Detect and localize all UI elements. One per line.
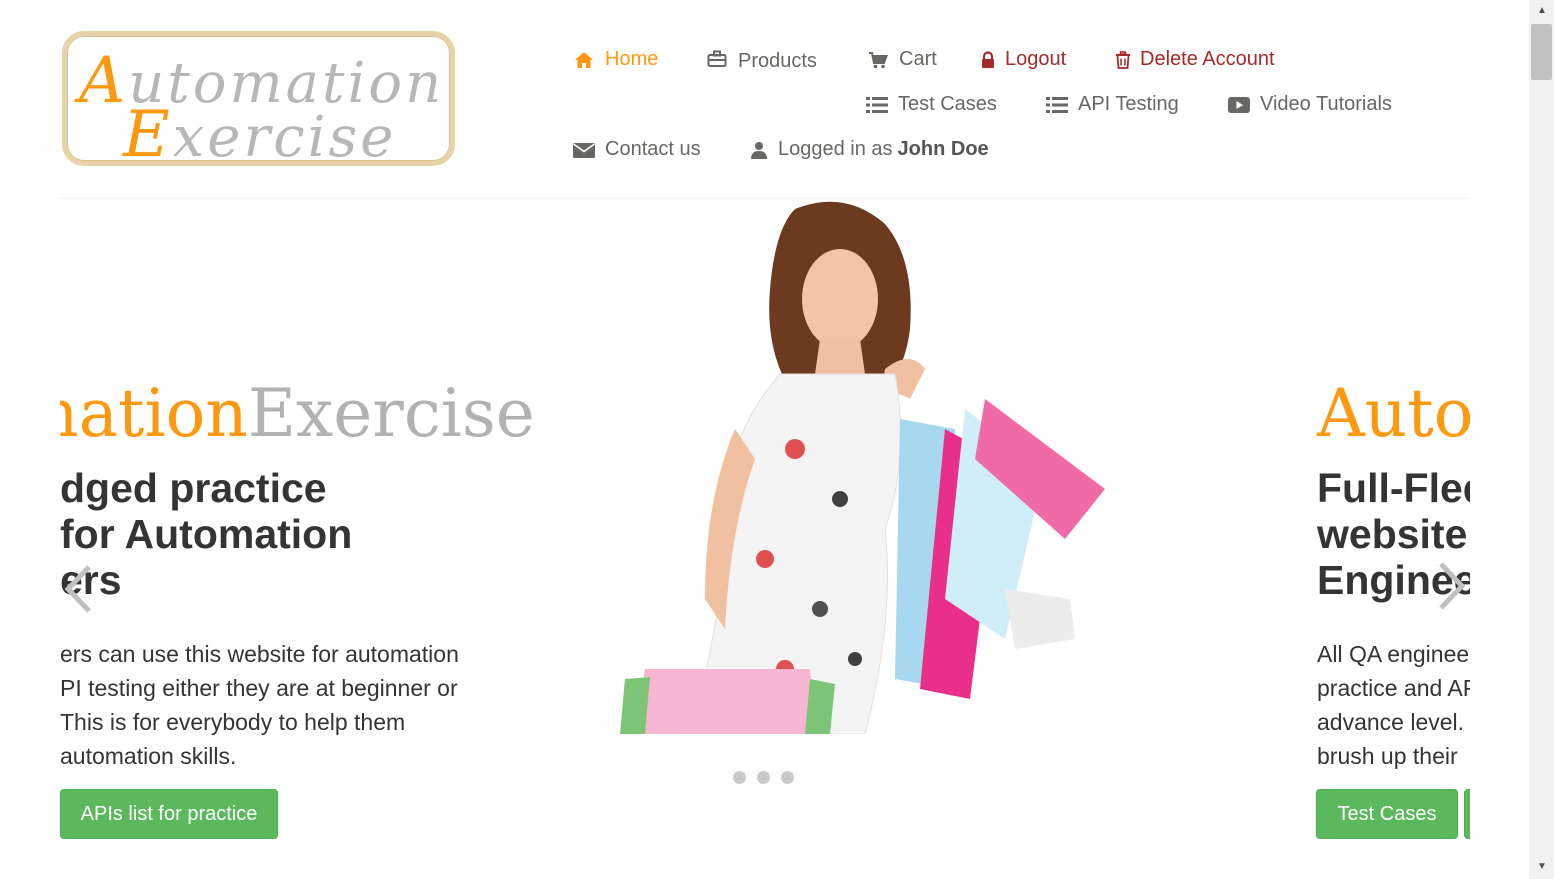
nav-logout[interactable]: Logout (979, 48, 1066, 71)
scrollbar-thumb[interactable] (1531, 24, 1552, 80)
scroll-up-icon[interactable]: ▲ (1535, 6, 1549, 16)
nav-home-label: Home (605, 48, 659, 70)
slide-left-heading: dged practice for Automation ers (60, 465, 353, 603)
nav-delete-account-label: Delete Account (1140, 48, 1275, 70)
nav-products-label: Products (738, 50, 817, 72)
nav-video-tutorials-label: Video Tutorials (1260, 93, 1392, 115)
slide-left-brand: mationExercise (60, 375, 535, 452)
carousel-dot[interactable] (733, 771, 746, 784)
scrollbar-track[interactable] (1529, 0, 1554, 879)
chevron-right-icon (1439, 562, 1466, 610)
test-cases-button[interactable]: Test Cases (1316, 789, 1458, 839)
logged-in-prefix: Logged in as (778, 138, 893, 160)
slide-left-paragraph: ers can use this website for automation … (60, 641, 459, 769)
nav-logout-label: Logout (1005, 48, 1067, 70)
play-icon (1228, 95, 1250, 115)
cart-icon (867, 50, 889, 70)
logged-in-username: John Doe (897, 138, 989, 160)
nav-logged-in-as: Logged in as John Doe (750, 138, 989, 161)
nav-video-tutorials[interactable]: Video Tutorials (1228, 93, 1392, 116)
carousel-next-arrow[interactable] (1434, 561, 1470, 611)
apis-list-button[interactable]: APIs list for practice (60, 789, 278, 839)
envelope-icon (573, 140, 595, 160)
chevron-left-icon (64, 565, 91, 613)
nav-test-cases-label: Test Cases (898, 93, 997, 115)
slide-right-text: Autom (1317, 375, 1470, 452)
nav-api-testing-label: API Testing (1078, 93, 1179, 115)
nav-test-cases[interactable]: Test Cases (866, 93, 997, 116)
nav-api-testing[interactable]: API Testing (1046, 93, 1179, 116)
carousel-dot[interactable] (781, 771, 794, 784)
briefcase-icon (706, 49, 728, 69)
nav-delete-account[interactable]: Delete Account (1114, 48, 1275, 71)
hero-image (620, 201, 1105, 734)
lock-icon (979, 50, 997, 70)
site-logo[interactable]: Automation Exercise (62, 31, 455, 172)
carousel-dot[interactable] (757, 771, 770, 784)
logo-line-2: Exercise (123, 98, 397, 172)
carousel-indicators (733, 771, 794, 784)
nav-cart-label: Cart (899, 48, 937, 70)
carousel-prev-arrow[interactable] (60, 564, 96, 614)
user-icon (750, 140, 768, 160)
slide-left-text: mationExercise (60, 375, 535, 452)
nav-contact-us-label: Contact us (605, 138, 701, 160)
scroll-down-icon[interactable]: ▼ (1535, 862, 1549, 872)
nav-contact-us[interactable]: Contact us (573, 138, 701, 161)
slide-right-paragraph: All QA engineers practice and API advanc… (1317, 641, 1470, 769)
nav-home[interactable]: Home (573, 48, 658, 71)
trash-icon (1114, 50, 1132, 70)
nav-cart[interactable]: Cart (867, 48, 937, 71)
hero-carousel: mationExercise dged practice for Automat… (60, 199, 1470, 859)
list-icon (866, 95, 888, 115)
apis-list-button-partial[interactable] (1464, 789, 1470, 839)
nav-products[interactable]: Products (706, 48, 817, 73)
list-icon (1046, 95, 1068, 115)
home-icon (573, 50, 595, 70)
